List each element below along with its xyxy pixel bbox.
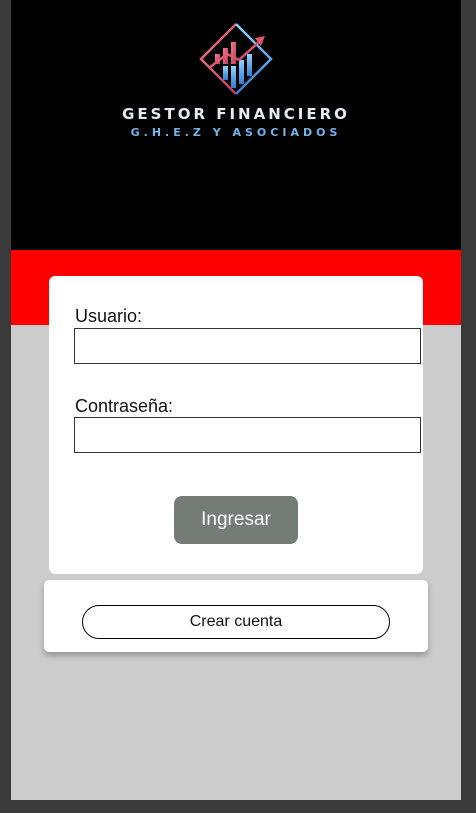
brand-title: GESTOR FINANCIERO bbox=[122, 105, 350, 123]
username-label: Usuario: bbox=[75, 306, 143, 326]
app-viewport: GESTOR FINANCIERO G.H.E.Z Y ASOCIADOS Us… bbox=[11, 0, 461, 800]
password-label: Contraseña: bbox=[75, 396, 174, 416]
signup-card: Crear cuenta bbox=[44, 580, 428, 652]
brand-subtitle: G.H.E.Z Y ASOCIADOS bbox=[130, 126, 342, 139]
login-card: Usuario: Contraseña: Ingresar bbox=[49, 276, 423, 574]
create-account-button[interactable]: Crear cuenta bbox=[82, 605, 390, 639]
header: GESTOR FINANCIERO G.H.E.Z Y ASOCIADOS bbox=[11, 0, 461, 250]
username-input[interactable] bbox=[74, 328, 421, 364]
rising-bar-chart-diamond-icon bbox=[199, 23, 273, 95]
password-input[interactable] bbox=[74, 417, 421, 453]
login-submit-button[interactable]: Ingresar bbox=[174, 496, 298, 544]
